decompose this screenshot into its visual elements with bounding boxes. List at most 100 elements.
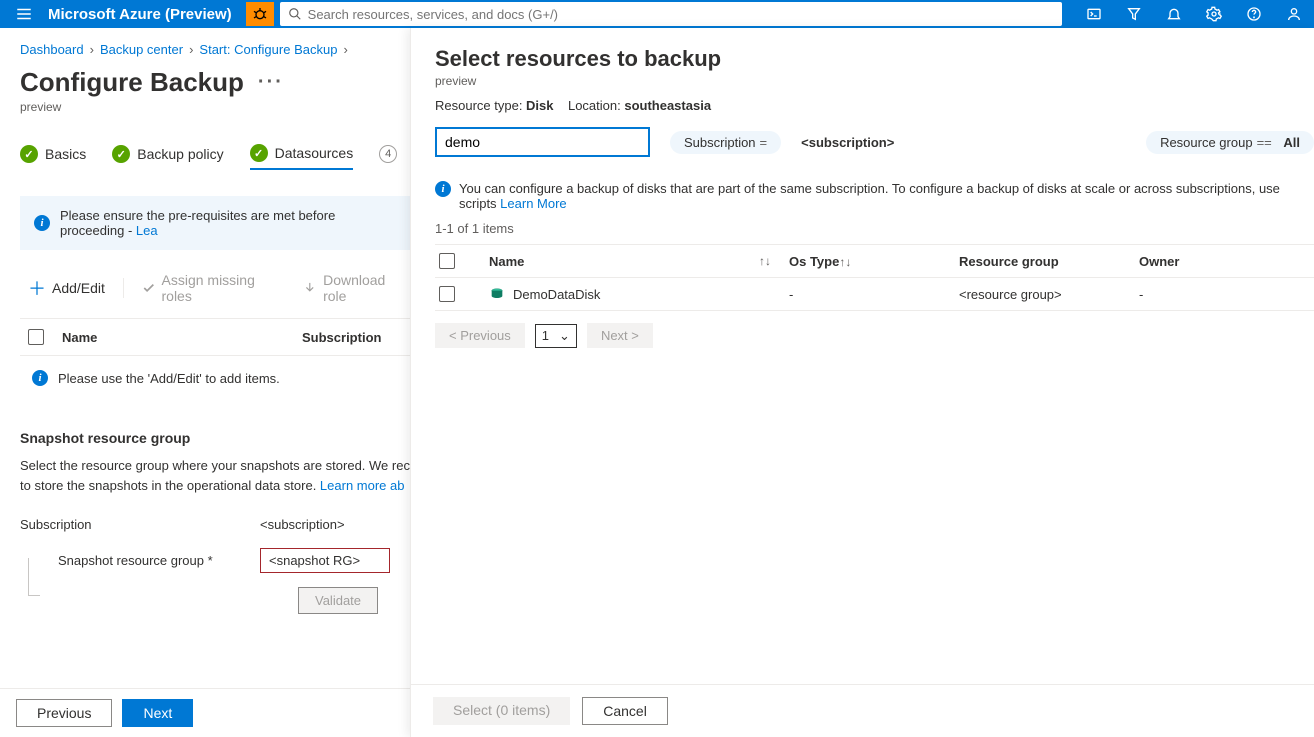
- resource-search-input[interactable]: [435, 127, 650, 157]
- check-icon: [142, 281, 156, 295]
- table-row[interactable]: DemoDataDisk - <resource group> -: [435, 278, 1314, 311]
- chevron-down-icon: ⌄: [559, 328, 570, 344]
- previous-button[interactable]: Previous: [16, 699, 112, 727]
- panel-footer: Select (0 items) Cancel: [411, 684, 1314, 737]
- disk-icon: [489, 286, 505, 302]
- snapshot-rg-dropdown[interactable]: <snapshot RG>: [260, 548, 390, 573]
- select-resources-panel: Select resources to backup preview Resou…: [410, 28, 1314, 737]
- more-actions-icon[interactable]: ···: [258, 71, 284, 94]
- item-count: 1-1 of 1 items: [435, 221, 1314, 236]
- col-owner[interactable]: Owner: [1139, 254, 1179, 269]
- notifications-icon[interactable]: [1154, 0, 1194, 28]
- row-name: DemoDataDisk: [513, 287, 600, 302]
- resources-table: Name ↑↓ Os Type↑↓ Resource group Owner De…: [435, 244, 1314, 311]
- panel-meta: Resource type: Disk Location: southeasta…: [435, 98, 1314, 113]
- datasources-table: Name Subscription i Please use the 'Add/…: [20, 318, 410, 400]
- prereq-text: Please ensure the pre-requisites are met…: [60, 208, 335, 238]
- prereq-learn-link[interactable]: Lea: [136, 223, 158, 238]
- wizard-footer: Previous Next: [0, 688, 410, 737]
- top-actions: [1074, 0, 1314, 28]
- learn-more-link[interactable]: Learn more ab: [320, 478, 405, 493]
- breadcrumb-dashboard[interactable]: Dashboard: [20, 42, 84, 57]
- prev-page-button: < Previous: [435, 323, 525, 348]
- tree-connector: [28, 558, 40, 596]
- prereq-info-bar: i Please ensure the pre-requisites are m…: [20, 196, 410, 250]
- divider: [123, 278, 124, 298]
- learn-more-link[interactable]: Learn More: [500, 196, 566, 211]
- table-header: Name ↑↓ Os Type↑↓ Resource group Owner: [435, 244, 1314, 278]
- info-icon: i: [34, 215, 50, 231]
- breadcrumb-backup-center[interactable]: Backup center: [100, 42, 183, 57]
- subscription-label: Subscription: [20, 517, 260, 532]
- page-subtitle: preview: [20, 100, 410, 114]
- page-title-text: Configure Backup: [20, 67, 244, 98]
- row-os: -: [789, 287, 959, 302]
- row-rg: <resource group>: [959, 287, 1139, 302]
- assign-roles-button: Assign missing roles: [142, 272, 286, 304]
- empty-state: i Please use the 'Add/Edit' to add items…: [20, 356, 410, 400]
- breadcrumb: Dashboard › Backup center › Start: Confi…: [20, 42, 410, 57]
- col-name: Name: [62, 330, 302, 345]
- breadcrumb-configure[interactable]: Start: Configure Backup: [199, 42, 337, 57]
- cancel-button[interactable]: Cancel: [582, 697, 668, 725]
- select-all-checkbox[interactable]: [439, 253, 455, 269]
- panel-info-bar: i You can configure a backup of disks th…: [435, 181, 1314, 211]
- subscription-filter-value: <subscription>: [801, 135, 894, 150]
- row-owner: -: [1139, 287, 1310, 302]
- preview-bug-icon[interactable]: [246, 2, 274, 26]
- pager: < Previous 1⌄ Next >: [435, 323, 1314, 348]
- validate-button[interactable]: Validate: [298, 587, 378, 614]
- filter-bar: Subscription = <subscription> Resource g…: [435, 127, 1314, 157]
- sort-icon[interactable]: ↑↓: [839, 255, 869, 269]
- location-value: southeastasia: [624, 98, 711, 113]
- global-search[interactable]: [280, 2, 1062, 26]
- page-select[interactable]: 1⌄: [535, 324, 577, 348]
- wizard-steps: ✓Basics ✓Backup policy ✓Datasources 4: [20, 144, 410, 170]
- chevron-right-icon: ›: [90, 42, 94, 57]
- global-search-input[interactable]: [308, 7, 1054, 22]
- col-rg[interactable]: Resource group: [959, 254, 1059, 269]
- panel-info-text: You can configure a backup of disks that…: [459, 181, 1280, 211]
- settings-icon[interactable]: [1194, 0, 1234, 28]
- check-icon: ✓: [112, 145, 130, 163]
- subscription-value: <subscription>: [260, 517, 345, 532]
- download-icon: [303, 281, 317, 295]
- subscription-filter-pill[interactable]: Subscription =: [670, 131, 781, 154]
- next-button[interactable]: Next: [122, 699, 193, 727]
- step-4[interactable]: 4: [379, 145, 397, 169]
- add-edit-button[interactable]: ＋Add/Edit: [28, 275, 105, 301]
- row-checkbox[interactable]: [439, 286, 455, 302]
- step-basics[interactable]: ✓Basics: [20, 145, 86, 169]
- chevron-right-icon: ›: [343, 42, 347, 57]
- info-icon: i: [32, 370, 48, 386]
- col-os[interactable]: Os Type: [789, 254, 839, 269]
- search-icon: [288, 7, 302, 21]
- table-header: Name Subscription: [20, 319, 410, 356]
- configure-backup-blade: Dashboard › Backup center › Start: Confi…: [0, 28, 410, 737]
- sort-icon[interactable]: ↑↓: [759, 254, 789, 268]
- snapshot-rg-heading: Snapshot resource group: [20, 430, 410, 446]
- subscription-row: Subscription <subscription>: [20, 517, 410, 532]
- resource-group-filter-pill[interactable]: Resource group == All: [1146, 131, 1314, 154]
- step-datasources[interactable]: ✓Datasources: [250, 144, 354, 170]
- chevron-right-icon: ›: [189, 42, 193, 57]
- top-bar: Microsoft Azure (Preview): [0, 0, 1314, 28]
- step-number: 4: [379, 145, 397, 163]
- help-icon[interactable]: [1234, 0, 1274, 28]
- panel-title: Select resources to backup: [435, 46, 1314, 72]
- brand-title[interactable]: Microsoft Azure (Preview): [48, 6, 246, 23]
- col-name[interactable]: Name: [489, 254, 524, 269]
- snapshot-rg-label: Snapshot resource group *: [58, 553, 260, 568]
- col-subscription: Subscription: [302, 330, 402, 345]
- snapshot-rg-desc: Select the resource group where your sna…: [20, 456, 410, 495]
- select-all-checkbox[interactable]: [28, 329, 44, 345]
- snapshot-rg-row: Snapshot resource group * <snapshot RG>: [20, 548, 410, 573]
- cloud-shell-icon[interactable]: [1074, 0, 1114, 28]
- info-icon: i: [435, 181, 451, 197]
- hamburger-menu-icon[interactable]: [0, 0, 48, 28]
- directory-filter-icon[interactable]: [1114, 0, 1154, 28]
- page-title: Configure Backup ···: [20, 67, 410, 98]
- check-icon: ✓: [20, 145, 38, 163]
- account-icon[interactable]: [1274, 0, 1314, 28]
- step-policy[interactable]: ✓Backup policy: [112, 145, 223, 169]
